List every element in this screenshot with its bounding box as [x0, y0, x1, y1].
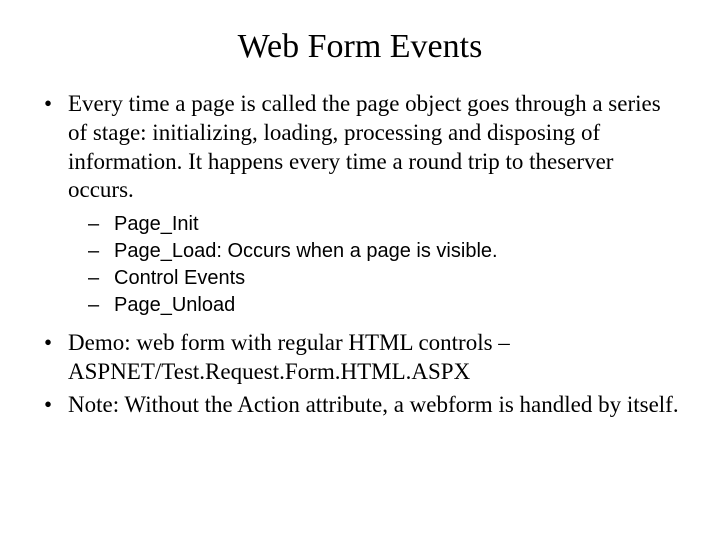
- bullet-marker-icon: •: [40, 391, 68, 420]
- sub-text: Page_Init: [114, 211, 680, 238]
- sub-item: – Control Events: [40, 265, 680, 292]
- bullet-marker-icon: •: [40, 90, 68, 205]
- sub-item: – Page_Load: Occurs when a page is visib…: [40, 238, 680, 265]
- sub-text: Control Events: [114, 265, 680, 292]
- bullet-text: Note: Without the Action attribute, a we…: [68, 391, 680, 420]
- dash-marker-icon: –: [88, 265, 114, 292]
- sub-text: Page_Unload: [114, 292, 680, 319]
- dash-marker-icon: –: [88, 238, 114, 265]
- slide-title: Web Form Events: [40, 28, 680, 66]
- bullet-text: Every time a page is called the page obj…: [68, 90, 680, 205]
- dash-marker-icon: –: [88, 211, 114, 238]
- sub-item: – Page_Unload: [40, 292, 680, 319]
- sub-list: – Page_Init – Page_Load: Occurs when a p…: [40, 211, 680, 319]
- bullet-marker-icon: •: [40, 329, 68, 387]
- sub-text: Page_Load: Occurs when a page is visible…: [114, 238, 680, 265]
- bullet-item: • Demo: web form with regular HTML contr…: [40, 329, 680, 387]
- bullet-item: • Note: Without the Action attribute, a …: [40, 391, 680, 420]
- dash-marker-icon: –: [88, 292, 114, 319]
- bullet-text: Demo: web form with regular HTML control…: [68, 329, 680, 387]
- sub-item: – Page_Init: [40, 211, 680, 238]
- bullet-list: • Every time a page is called the page o…: [40, 90, 680, 419]
- bullet-item: • Every time a page is called the page o…: [40, 90, 680, 205]
